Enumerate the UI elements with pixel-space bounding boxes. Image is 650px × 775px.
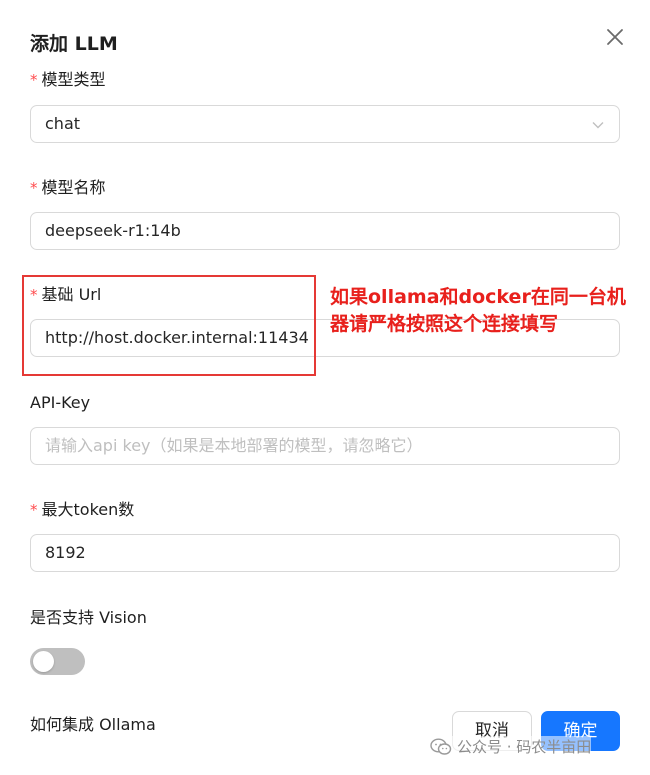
add-llm-dialog: 添加 LLM * 模型类型 chat * 模型名称 deepseek-r1:14b …: [0, 0, 650, 775]
vision-toggle[interactable]: [30, 648, 85, 675]
base-url-value: http://host.docker.internal:11434: [45, 328, 309, 347]
watermark: 公众号 · 码农半亩田: [430, 736, 592, 757]
required-mark: *: [30, 71, 38, 89]
wechat-icon: [430, 737, 452, 755]
api-key-label: API-Key: [30, 393, 91, 412]
close-icon[interactable]: [603, 25, 627, 49]
model-name-input[interactable]: deepseek-r1:14b: [30, 212, 620, 250]
model-name-value: deepseek-r1:14b: [45, 221, 181, 240]
toggle-knob: [33, 651, 54, 672]
base-url-label: * 基础 Url: [30, 285, 102, 304]
annotation-text: 如果ollama和docker在同一台机器请严格按照这个连接填写: [330, 286, 626, 335]
chevron-down-icon: [592, 122, 604, 129]
vision-label: 是否支持 Vision: [30, 608, 147, 627]
api-key-input[interactable]: 请输入api key（如果是本地部署的模型，请忽略它）: [30, 427, 620, 465]
required-mark: *: [30, 501, 38, 519]
max-tokens-input[interactable]: 8192: [30, 534, 620, 572]
model-type-select[interactable]: chat: [30, 105, 620, 143]
max-tokens-label: * 最大token数: [30, 500, 135, 519]
dialog-title: 添加 LLM: [30, 33, 118, 55]
required-mark: *: [30, 179, 38, 197]
max-tokens-value: 8192: [45, 543, 86, 562]
ollama-guide-link[interactable]: 如何集成 Ollama: [30, 715, 156, 735]
required-mark: *: [30, 286, 38, 304]
model-name-label: * 模型名称: [30, 178, 106, 197]
model-type-label: * 模型类型: [30, 70, 106, 89]
model-type-value: chat: [45, 114, 81, 133]
api-key-placeholder: 请输入api key（如果是本地部署的模型，请忽略它）: [45, 436, 423, 455]
watermark-text: 公众号 · 码农半亩田: [457, 738, 592, 756]
